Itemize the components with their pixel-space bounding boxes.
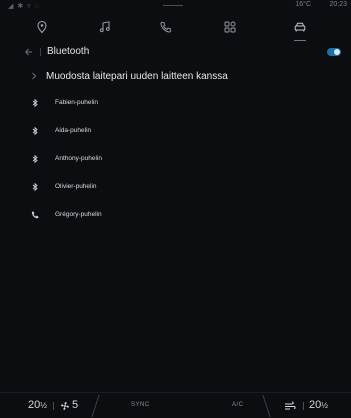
sync-button[interactable]: SYNC	[131, 402, 150, 408]
list-item[interactable]: Fabien-puhelin	[0, 89, 351, 117]
passenger-temperature-half: ½	[321, 401, 328, 410]
driver-temperature-half: ½	[40, 401, 47, 410]
tab-navigation[interactable]	[22, 12, 62, 42]
list-item[interactable]: Aida-puhelin	[0, 117, 351, 145]
divider	[53, 402, 54, 410]
toggle-knob	[334, 49, 340, 55]
bluetooth-icon	[32, 126, 38, 136]
status-indicators: ◢ ✱ ▿ ◌	[8, 3, 40, 10]
divider	[303, 402, 304, 410]
right-accent-divider	[262, 395, 278, 417]
left-accent-divider	[84, 395, 100, 417]
status-bar: ◢ ✱ ▿ ◌ 16°C 20:23	[0, 0, 351, 11]
pair-new-device-row[interactable]: Muodosta laitepari uuden laitteen kanssa	[0, 64, 351, 88]
bluetooth-icon	[32, 98, 38, 108]
bluetooth-toggle[interactable]	[327, 48, 341, 56]
navigation-pin-icon	[37, 20, 47, 34]
paired-device-list: Fabien-puhelin Aida-puhelin Anthony-puhe…	[0, 89, 351, 229]
apps-grid-icon	[224, 21, 236, 33]
fan-level[interactable]: 5	[72, 399, 78, 411]
page-header: Bluetooth	[0, 42, 351, 62]
device-name: Fabien-puhelin	[55, 99, 99, 106]
airflow-icon[interactable]	[284, 401, 296, 411]
main-tab-bar	[0, 12, 351, 42]
ac-button[interactable]: A/C	[232, 402, 244, 408]
device-name: Anthony-puhelin	[55, 155, 102, 162]
bluetooth-icon	[32, 154, 38, 164]
infotainment-screen: ◢ ✱ ▿ ◌ 16°C 20:23 Bluetooth Muodosta la…	[0, 0, 351, 418]
chevron-right-icon	[32, 72, 37, 80]
tab-vehicle[interactable]	[280, 12, 320, 42]
pair-new-device-label: Muodosta laitepari uuden laitteen kanssa	[46, 71, 228, 82]
music-note-icon	[99, 21, 110, 33]
driver-temperature-value: 20	[28, 399, 41, 411]
fan-icon[interactable]	[60, 401, 70, 411]
device-name: Aida-puhelin	[55, 127, 92, 134]
device-name: Grégory-puhelin	[55, 211, 102, 218]
back-arrow-icon[interactable]	[24, 46, 34, 58]
phone-icon	[160, 21, 172, 33]
status-handle	[163, 5, 183, 6]
outside-temperature: 16°C	[295, 1, 311, 8]
page-title: Bluetooth	[47, 46, 90, 57]
list-item[interactable]: Grégory-puhelin	[0, 201, 351, 229]
phone-icon	[31, 211, 39, 219]
driver-temperature[interactable]: 20½	[28, 399, 47, 411]
list-item[interactable]: Olivier-puhelin	[0, 173, 351, 201]
tab-media[interactable]	[85, 12, 125, 42]
list-item[interactable]: Anthony-puhelin	[0, 145, 351, 173]
device-name: Olivier-puhelin	[55, 183, 97, 190]
passenger-temperature[interactable]: 20½	[309, 399, 328, 411]
tab-phone[interactable]	[146, 12, 186, 42]
clock: 20:23	[329, 1, 347, 8]
passenger-temperature-value: 20	[309, 399, 322, 411]
header-divider	[40, 48, 41, 56]
bluetooth-icon	[32, 182, 38, 192]
climate-bar: 20½ 5 SYNC A/C 20½	[0, 392, 351, 418]
car-icon	[294, 22, 306, 32]
tab-apps[interactable]	[210, 12, 250, 42]
